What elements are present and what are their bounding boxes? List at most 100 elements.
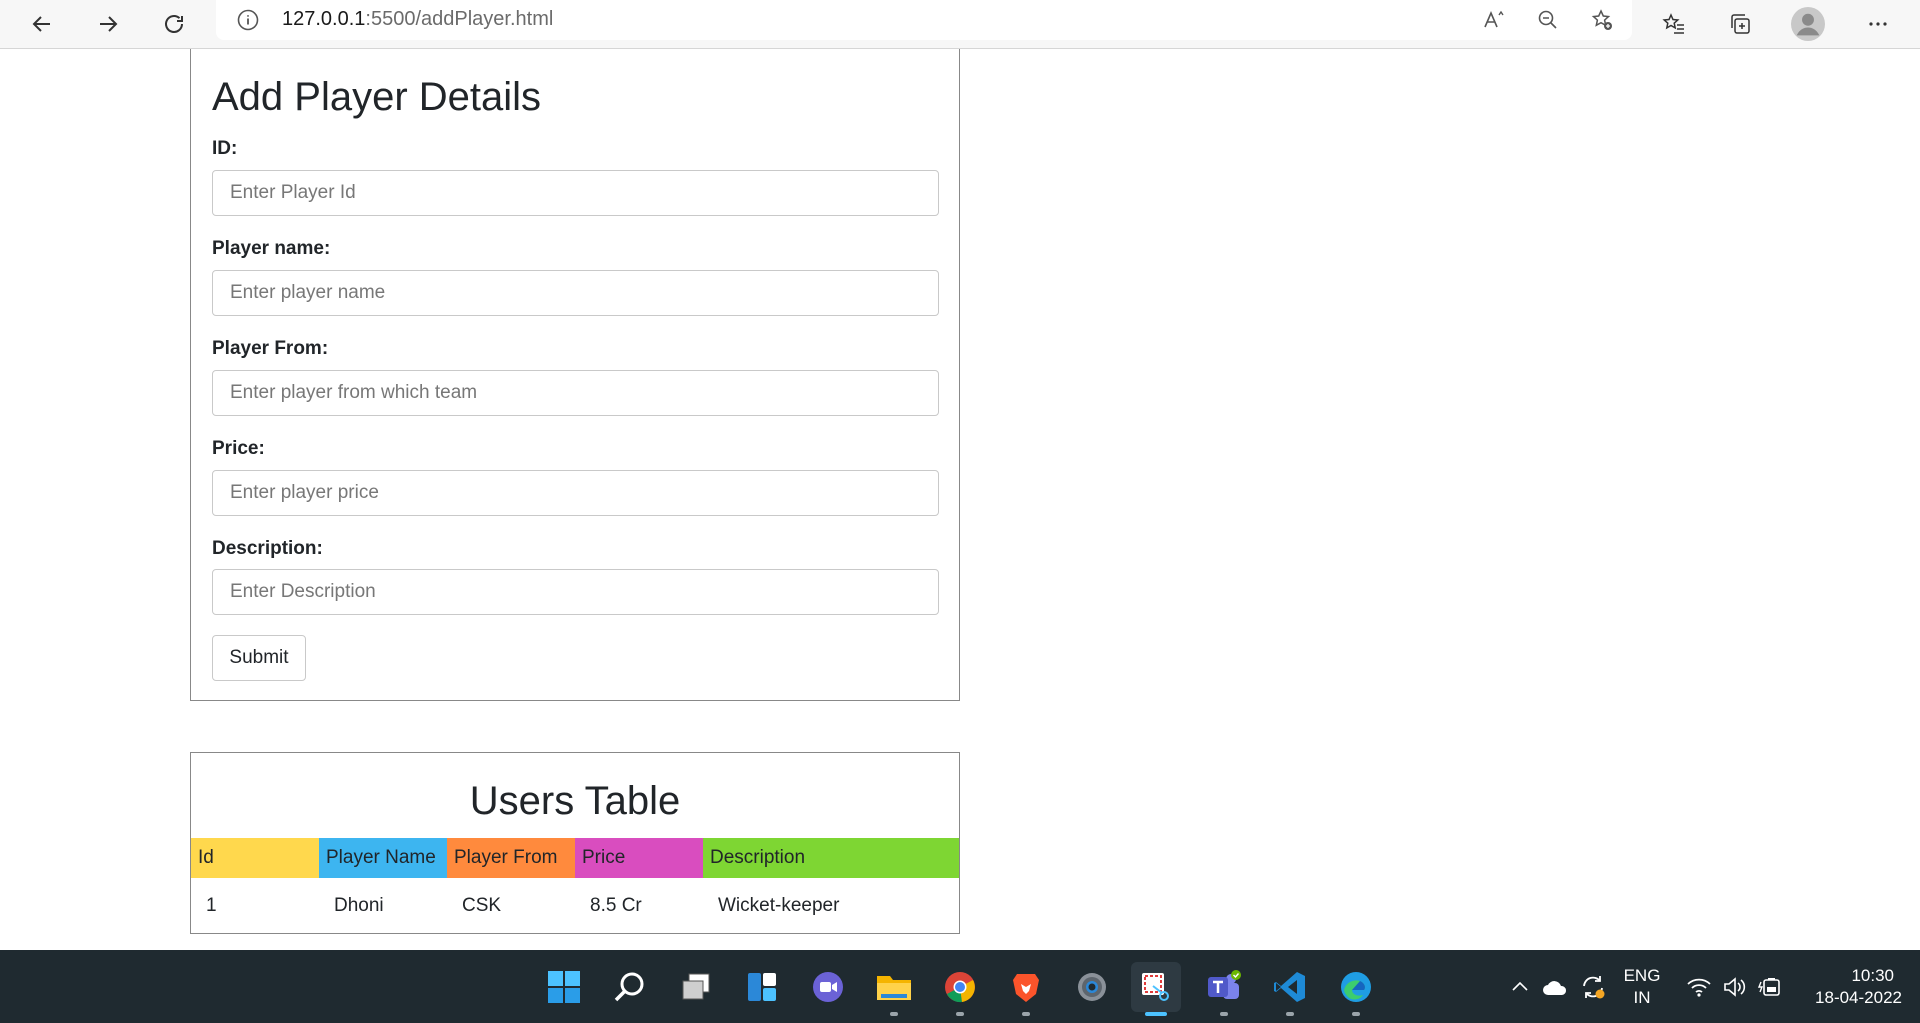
start-button[interactable] xyxy=(539,962,589,1012)
form-title: Add Player Details xyxy=(212,75,542,119)
avatar-icon xyxy=(1791,7,1825,41)
more-dots-icon xyxy=(1869,22,1887,26)
settings-menu-button[interactable] xyxy=(1858,4,1898,44)
cloud-icon xyxy=(1543,981,1567,995)
clock[interactable]: 10:30 18-04-2022 xyxy=(1788,965,1912,1009)
users-table-card: Users Table Id Player Name Player From P… xyxy=(190,752,960,934)
zoom-out-button[interactable] xyxy=(1534,6,1562,34)
windows-logo-icon xyxy=(548,971,580,1003)
read-aloud-button[interactable] xyxy=(1480,6,1508,34)
page-content: Add Player Details ID: Enter Player Id P… xyxy=(0,49,1920,950)
snipping-tool-icon xyxy=(1142,973,1169,1001)
running-indicator xyxy=(956,1012,964,1016)
favorites-icon xyxy=(1662,13,1684,34)
cell-player-name: Dhoni xyxy=(334,894,384,916)
file-explorer-button[interactable] xyxy=(869,962,919,1016)
refresh-button[interactable] xyxy=(154,4,194,44)
search-button[interactable] xyxy=(605,962,655,1012)
back-arrow-icon xyxy=(32,16,50,32)
address-bar[interactable]: 127.0.0.1:5500/addPlayer.html xyxy=(216,0,1632,40)
browser-toolbar: 127.0.0.1:5500/addPlayer.html xyxy=(0,0,1920,49)
id-label: ID: xyxy=(212,138,238,159)
chrome-icon xyxy=(945,972,975,1003)
zoom-out-icon xyxy=(1538,10,1557,29)
add-favorite-button[interactable] xyxy=(1588,6,1616,34)
header-price: Price xyxy=(575,838,703,878)
teams-icon xyxy=(1208,970,1241,999)
player-from-label: Player From: xyxy=(212,338,329,359)
search-icon xyxy=(614,972,644,1002)
snipping-tool-button[interactable] xyxy=(1131,962,1181,1016)
running-indicator xyxy=(1022,1012,1030,1016)
table-header: Id Player Name Player From Price Descrip… xyxy=(191,838,959,878)
table-row: 1 Dhoni CSK 8.5 Cr Wicket-keeper xyxy=(191,878,959,933)
player-name-input[interactable]: Enter player name xyxy=(212,270,939,316)
gear-icon xyxy=(1078,973,1106,1001)
collections-icon xyxy=(1731,14,1750,34)
clock-time: 10:30 xyxy=(1851,966,1894,985)
wifi-icon xyxy=(1687,978,1711,997)
task-view-icon xyxy=(682,973,710,1000)
back-button[interactable] xyxy=(22,4,62,44)
profile-button[interactable] xyxy=(1788,4,1828,44)
active-indicator xyxy=(1145,1012,1167,1016)
folder-icon xyxy=(877,976,911,1000)
read-aloud-icon xyxy=(1484,10,1504,28)
table-title: Users Table xyxy=(469,779,681,823)
chevron-up-icon xyxy=(1512,981,1528,991)
collections-button[interactable] xyxy=(1720,4,1760,44)
submit-button[interactable]: Submit xyxy=(212,635,306,681)
running-indicator xyxy=(1220,1012,1228,1016)
player-name-label: Player name: xyxy=(212,238,331,259)
url-text[interactable]: 127.0.0.1:5500/addPlayer.html xyxy=(282,8,553,31)
refresh-icon xyxy=(165,15,183,33)
header-id: Id xyxy=(191,838,319,878)
description-input[interactable]: Enter Description xyxy=(212,569,939,615)
running-indicator xyxy=(1286,1012,1294,1016)
widgets-icon xyxy=(748,973,776,1001)
language-code: ENG xyxy=(1623,966,1661,985)
header-player-name: Player Name xyxy=(319,838,447,878)
region-code: IN xyxy=(1633,988,1651,1007)
edge-button[interactable] xyxy=(1331,962,1381,1016)
header-description: Description xyxy=(703,838,959,878)
speaker-icon xyxy=(1724,977,1746,997)
id-input[interactable]: Enter Player Id xyxy=(212,170,939,216)
url-path: :5500/addPlayer.html xyxy=(365,8,554,30)
running-indicator xyxy=(890,1012,898,1016)
battery-charging-icon xyxy=(1758,978,1780,996)
edge-icon xyxy=(1341,972,1371,1002)
clock-date: 18-04-2022 xyxy=(1815,988,1902,1007)
vscode-button[interactable] xyxy=(1265,962,1315,1016)
cell-price: 8.5 Cr xyxy=(590,894,642,916)
price-input[interactable]: Enter player price xyxy=(212,470,939,516)
url-host: 127.0.0.1 xyxy=(282,8,366,30)
brave-button[interactable] xyxy=(1001,962,1051,1016)
description-label: Description: xyxy=(212,538,323,559)
star-add-icon xyxy=(1591,9,1612,30)
forward-arrow-icon xyxy=(100,16,118,32)
teams-chat-button[interactable] xyxy=(803,962,853,1012)
brave-lion-icon xyxy=(1013,974,1039,1002)
cell-description: Wicket-keeper xyxy=(718,894,840,916)
teams-button[interactable] xyxy=(1199,962,1249,1016)
video-chat-icon xyxy=(813,972,843,1002)
widgets-button[interactable] xyxy=(737,962,787,1012)
info-icon[interactable] xyxy=(236,8,260,32)
player-from-input[interactable]: Enter player from which team xyxy=(212,370,939,416)
add-player-form: Add Player Details ID: Enter Player Id P… xyxy=(190,49,960,701)
chrome-button[interactable] xyxy=(935,962,985,1016)
sync-button[interactable] xyxy=(1568,962,1618,1012)
sync-icon xyxy=(1583,976,1605,999)
settings-button[interactable] xyxy=(1067,962,1117,1012)
task-view-button[interactable] xyxy=(671,962,721,1012)
price-label: Price: xyxy=(212,438,265,459)
forward-button[interactable] xyxy=(88,4,128,44)
windows-taskbar: ENG IN 10:30 18-04-2022 xyxy=(0,950,1920,1023)
header-player-from: Player From xyxy=(447,838,575,878)
language-indicator[interactable]: ENG IN xyxy=(1617,965,1667,1009)
favorites-button[interactable] xyxy=(1654,4,1694,44)
cell-player-from: CSK xyxy=(462,894,502,916)
cell-id: 1 xyxy=(206,894,217,916)
vscode-icon xyxy=(1274,972,1305,1002)
